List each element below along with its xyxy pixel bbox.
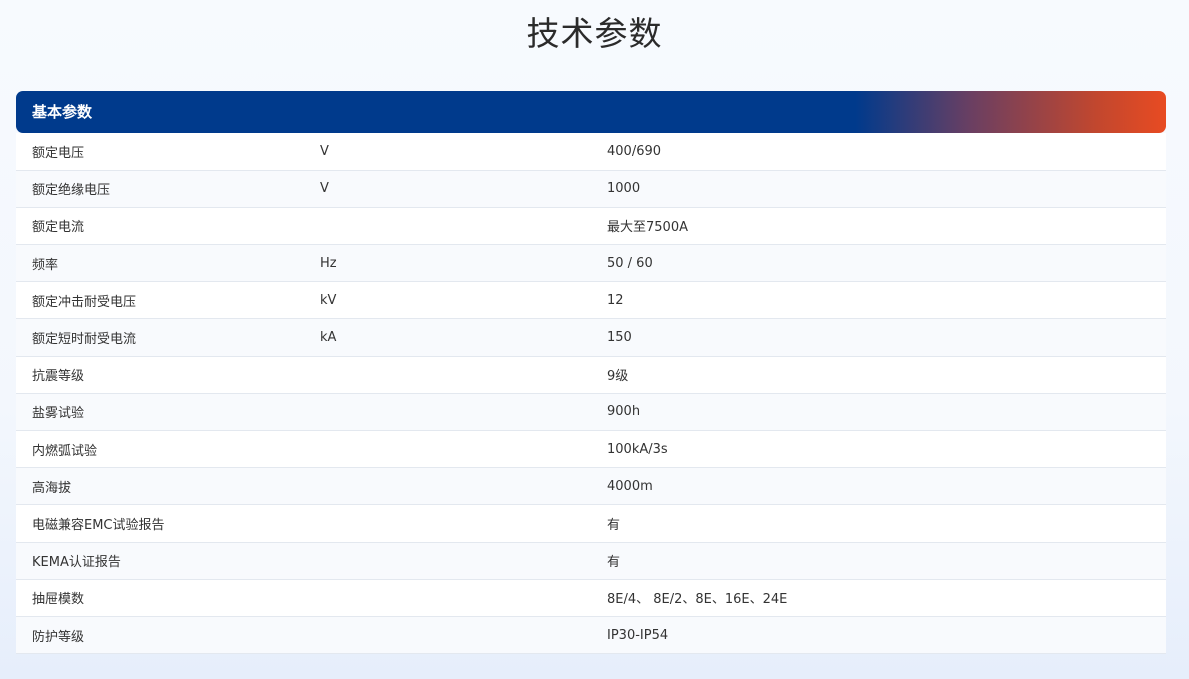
table-row: KEMA认证报告 有 bbox=[16, 542, 1166, 580]
param-value-cell: 有 bbox=[607, 517, 621, 533]
param-unit-cell: kV bbox=[320, 292, 337, 308]
param-value-cell: 4000m bbox=[607, 478, 653, 494]
param-value-cell: 900h bbox=[607, 404, 641, 420]
param-name-cell: 防护等级 bbox=[32, 629, 85, 645]
table-row: 额定电压 V 400/690 bbox=[16, 133, 1166, 171]
param-unit-cell bbox=[304, 393, 591, 430]
param-unit-cell: V bbox=[320, 143, 329, 159]
param-name-cell: 抗震等级 bbox=[32, 369, 85, 385]
table-row: 盐雾试验 900h bbox=[16, 393, 1166, 431]
param-unit-cell: V bbox=[320, 181, 329, 197]
param-name-cell: 额定短时耐受电流 bbox=[32, 332, 137, 348]
param-value-cell: 9级 bbox=[607, 369, 629, 385]
table-row: 额定短时耐受电流 kA 150 bbox=[16, 318, 1166, 357]
param-value-cell: IP30-IP54 bbox=[607, 627, 669, 643]
param-value-cell: 50 / 60 bbox=[607, 255, 653, 271]
param-name-cell: 频率 bbox=[32, 257, 59, 273]
param-unit-cell bbox=[304, 616, 591, 653]
param-name-cell: 抽屉模数 bbox=[32, 592, 85, 608]
param-name-cell: 额定绝缘电压 bbox=[32, 183, 111, 199]
table-row: 高海拔 4000m bbox=[16, 467, 1166, 505]
param-unit-cell bbox=[304, 505, 591, 542]
param-name-cell: 额定冲击耐受电压 bbox=[32, 294, 137, 310]
page-title: 技术参数 bbox=[526, 14, 663, 53]
param-unit-cell bbox=[304, 431, 591, 468]
table-row: 频率 Hz 50 / 60 bbox=[16, 244, 1166, 282]
param-unit-cell: kA bbox=[320, 330, 337, 346]
section-header-basic-params: 基本参数 bbox=[16, 91, 1166, 133]
param-name-cell: KEMA认证报告 bbox=[32, 555, 121, 571]
param-unit-cell bbox=[304, 207, 591, 244]
param-name-cell: 电磁兼容EMC试验报告 bbox=[32, 517, 165, 533]
param-value-cell: 有 bbox=[607, 555, 621, 571]
param-name-cell: 高海拔 bbox=[32, 480, 72, 496]
table-row: 额定绝缘电压 V 1000 bbox=[16, 170, 1166, 208]
param-name-cell: 额定电压 bbox=[32, 145, 85, 161]
param-value-cell: 1000 bbox=[607, 181, 641, 197]
param-unit-cell bbox=[304, 579, 591, 616]
table-row: 抽屉模数 8E/4、 8E/2、8E、16E、24E bbox=[16, 579, 1166, 617]
param-value-cell: 150 bbox=[607, 330, 632, 346]
table-row: 额定电流 最大至7500A bbox=[16, 207, 1166, 245]
params-table-body: 额定电压 V 400/690 额定绝缘电压 V 1000 额定电流 最大至7500A 频率 Hz… bbox=[16, 133, 1166, 654]
param-name-cell: 内燃弧试验 bbox=[32, 443, 98, 459]
param-value-cell: 400/690 bbox=[607, 143, 662, 159]
table-row: 额定冲击耐受电压 kV 12 bbox=[16, 281, 1166, 319]
table-row: 防护等级 IP30-IP54 bbox=[16, 616, 1166, 654]
param-value-cell: 12 bbox=[607, 292, 624, 308]
table-row: 电磁兼容EMC试验报告 有 bbox=[16, 504, 1166, 543]
param-unit-cell bbox=[304, 542, 591, 579]
table-row: 内燃弧试验 100kA/3s bbox=[16, 430, 1166, 468]
table-row: 抗震等级 9级 bbox=[16, 356, 1166, 394]
params-table: 额定电压 V 400/690 额定绝缘电压 V 1000 额定电流 最大至7500A 频率 Hz… bbox=[16, 133, 1166, 654]
param-name-cell: 盐雾试验 bbox=[32, 406, 85, 422]
param-unit-cell: Hz bbox=[320, 255, 337, 271]
param-value-cell: 最大至7500A bbox=[607, 220, 688, 236]
param-value-cell: 100kA/3s bbox=[607, 441, 668, 457]
param-value-cell: 8E/4、 8E/2、8E、16E、24E bbox=[607, 592, 788, 608]
param-unit-cell bbox=[304, 468, 591, 505]
param-unit-cell bbox=[304, 356, 591, 393]
param-name-cell: 额定电流 bbox=[32, 220, 85, 236]
